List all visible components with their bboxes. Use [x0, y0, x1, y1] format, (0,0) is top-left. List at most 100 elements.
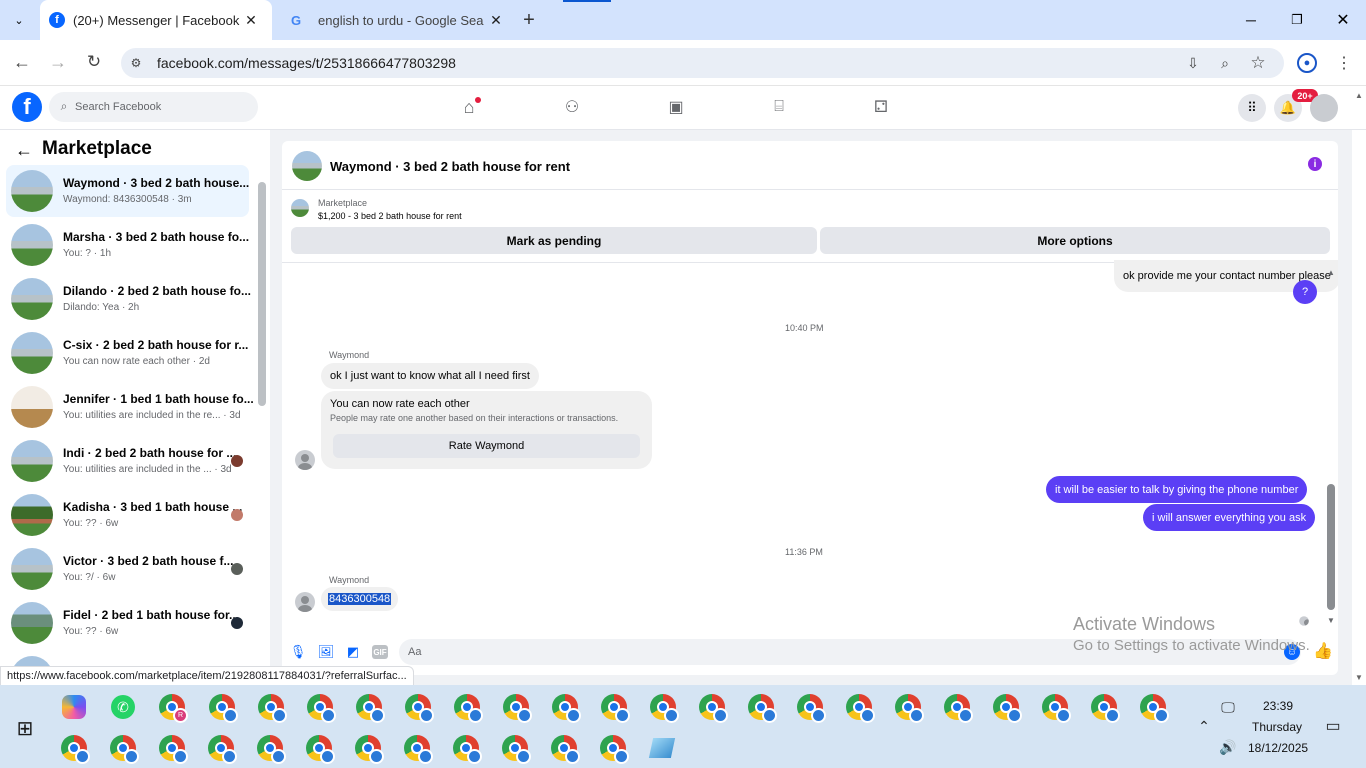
account-avatar[interactable]	[1310, 94, 1338, 122]
page-scroll-up-icon[interactable]: ▲	[1354, 90, 1364, 100]
conversation-item[interactable]: Victor · 3 bed 2 bath house f... You: ?/ …	[6, 543, 249, 595]
chrome-icon[interactable]	[302, 731, 336, 765]
tab-messenger[interactable]: f (20+) Messenger | Facebook ✕	[40, 0, 272, 40]
photo-icon[interactable]: 🖼	[318, 644, 335, 660]
site-info-icon[interactable]: ⚙	[127, 54, 145, 72]
page-scroll-down-icon[interactable]: ▼	[1354, 672, 1364, 682]
back-arrow-icon[interactable]: ←	[12, 138, 36, 162]
whatsapp-icon[interactable]: ✆	[106, 690, 140, 724]
back-icon[interactable]: ←	[12, 52, 32, 72]
url-text[interactable]: facebook.com/messages/t/2531866647780329…	[157, 55, 456, 71]
incoming-message[interactable]: ok I just want to know what all I need f…	[321, 363, 539, 389]
chrome-icon[interactable]	[1136, 690, 1170, 724]
gaming-icon[interactable]: ⚁	[869, 96, 893, 118]
close-window-icon[interactable]: ✕	[1332, 10, 1354, 30]
info-icon[interactable]: i	[1308, 157, 1322, 171]
conversation-item[interactable]: Fidel · 2 bed 1 bath house for... You: ??…	[6, 597, 249, 649]
video-icon[interactable]: ▣	[664, 96, 688, 118]
chrome-menu-icon[interactable]: ⋮	[1334, 52, 1354, 74]
forward-icon[interactable]: →	[48, 52, 68, 72]
chrome-icon[interactable]: R	[155, 690, 189, 724]
chrome-icon[interactable]	[793, 690, 827, 724]
chrome-icon[interactable]	[547, 731, 581, 765]
chrome-icon[interactable]	[744, 690, 778, 724]
outgoing-message[interactable]: ?	[1293, 280, 1317, 304]
chrome-icon[interactable]	[205, 690, 239, 724]
show-hidden-icons-icon[interactable]: ⌃	[1196, 717, 1212, 735]
mark-pending-button[interactable]: Mark as pending	[291, 227, 817, 254]
conversation-item[interactable]: Waymond · 3 bed 2 bath house... Waymond: …	[6, 165, 249, 217]
outgoing-message[interactable]: it will be easier to talk by giving the …	[1046, 476, 1308, 503]
notification-center-icon[interactable]: ▭	[1322, 716, 1344, 736]
chrome-icon[interactable]	[597, 690, 631, 724]
gif-icon[interactable]: GIF	[372, 645, 388, 659]
chrome-icon[interactable]	[400, 731, 434, 765]
chrome-icon[interactable]	[1038, 690, 1072, 724]
app-icon[interactable]	[645, 731, 679, 765]
like-thumb-icon[interactable]: 👍	[1313, 641, 1333, 661]
friends-icon[interactable]: ⚇	[560, 96, 584, 118]
chrome-icon[interactable]	[989, 690, 1023, 724]
conversation-item[interactable]: C-six · 2 bed 2 bath house for r... You c…	[6, 327, 249, 379]
clock-time[interactable]: 23:39	[1263, 699, 1293, 713]
chrome-icon[interactable]	[940, 690, 974, 724]
start-button-icon[interactable]: ⊞	[14, 717, 36, 740]
clock-day[interactable]: Thursday	[1252, 720, 1302, 734]
conversation-item[interactable]: Dilando · 2 bed 2 bath house fo... Diland…	[6, 273, 251, 325]
omnibox[interactable]: ⚙ facebook.com/messages/t/25318666477803…	[121, 48, 1284, 78]
chrome-icon[interactable]	[891, 690, 925, 724]
restore-icon[interactable]: ❐	[1286, 10, 1308, 30]
new-tab-icon[interactable]: +	[518, 9, 540, 31]
microphone-icon[interactable]: 🎙	[290, 644, 307, 660]
tab-google[interactable]: G english to urdu - Google Search ✕	[280, 0, 508, 40]
chrome-icon[interactable]	[352, 690, 386, 724]
conversation-item[interactable]: Kadisha · 3 bed 1 bath house ... You: ?? …	[6, 489, 249, 541]
scroll-down-icon[interactable]: ▼	[1326, 615, 1336, 625]
chrome-icon[interactable]	[548, 690, 582, 724]
selected-text[interactable]: 8436300548	[328, 593, 392, 605]
zoom-icon[interactable]: ⌕	[1215, 54, 1235, 72]
reload-icon[interactable]: ↻	[84, 52, 104, 72]
close-tab-icon[interactable]: ✕	[243, 12, 259, 29]
facebook-logo-icon[interactable]: f	[12, 92, 42, 122]
chrome-icon[interactable]	[253, 731, 287, 765]
chrome-icon[interactable]	[842, 690, 876, 724]
clock-date[interactable]: 18/12/2025	[1248, 741, 1308, 755]
chrome-icon[interactable]	[303, 690, 337, 724]
chrome-icon[interactable]	[155, 731, 189, 765]
chrome-icon[interactable]	[351, 731, 385, 765]
menu-grid-icon[interactable]: ⠿	[1238, 94, 1266, 122]
incoming-message[interactable]: 8436300548	[321, 587, 399, 611]
profile-icon[interactable]: ●	[1297, 53, 1317, 73]
more-options-button[interactable]: More options	[820, 227, 1330, 254]
tab-search-icon[interactable]: ⌄	[8, 10, 30, 30]
chrome-icon[interactable]	[499, 690, 533, 724]
rate-button[interactable]: Rate Waymond	[333, 434, 640, 458]
chrome-icon[interactable]	[1087, 690, 1121, 724]
network-icon[interactable]: 🖵	[1218, 698, 1238, 716]
fb-search-input[interactable]: ⌕ Search Facebook	[49, 92, 258, 122]
volume-icon[interactable]: 🔊	[1218, 738, 1238, 756]
conversation-item[interactable]: Marsha · 3 bed 2 bath house fo... You: ? …	[6, 219, 249, 271]
chrome-icon[interactable]	[596, 731, 630, 765]
chat-scrollbar[interactable]	[1327, 484, 1335, 610]
conversation-item[interactable]: Indi · 2 bed 2 bath house for ... You: ut…	[6, 435, 249, 487]
close-tab-icon[interactable]: ✕	[488, 12, 504, 29]
chrome-icon[interactable]	[449, 731, 483, 765]
scroll-up-icon[interactable]: ▲	[1326, 267, 1336, 277]
copilot-icon[interactable]	[57, 690, 91, 724]
chrome-icon[interactable]	[204, 731, 238, 765]
bookmark-star-icon[interactable]: ☆	[1248, 53, 1268, 73]
chrome-icon[interactable]	[106, 731, 140, 765]
sticker-icon[interactable]: ◩	[345, 644, 361, 660]
chrome-icon[interactable]	[695, 690, 729, 724]
chrome-icon[interactable]	[450, 690, 484, 724]
conversation-item[interactable]: Jennifer · 1 bed 1 bath house fo... You: …	[6, 381, 254, 433]
chrome-icon[interactable]	[254, 690, 288, 724]
marketplace-icon[interactable]: ⌸	[767, 96, 791, 118]
listing-detail[interactable]: $1,200 - 3 bed 2 bath house for rent	[318, 211, 462, 221]
sidebar-scrollbar[interactable]	[258, 182, 266, 406]
install-app-icon[interactable]: ⇩	[1183, 54, 1203, 72]
chrome-icon[interactable]	[498, 731, 532, 765]
chrome-icon[interactable]	[646, 690, 680, 724]
